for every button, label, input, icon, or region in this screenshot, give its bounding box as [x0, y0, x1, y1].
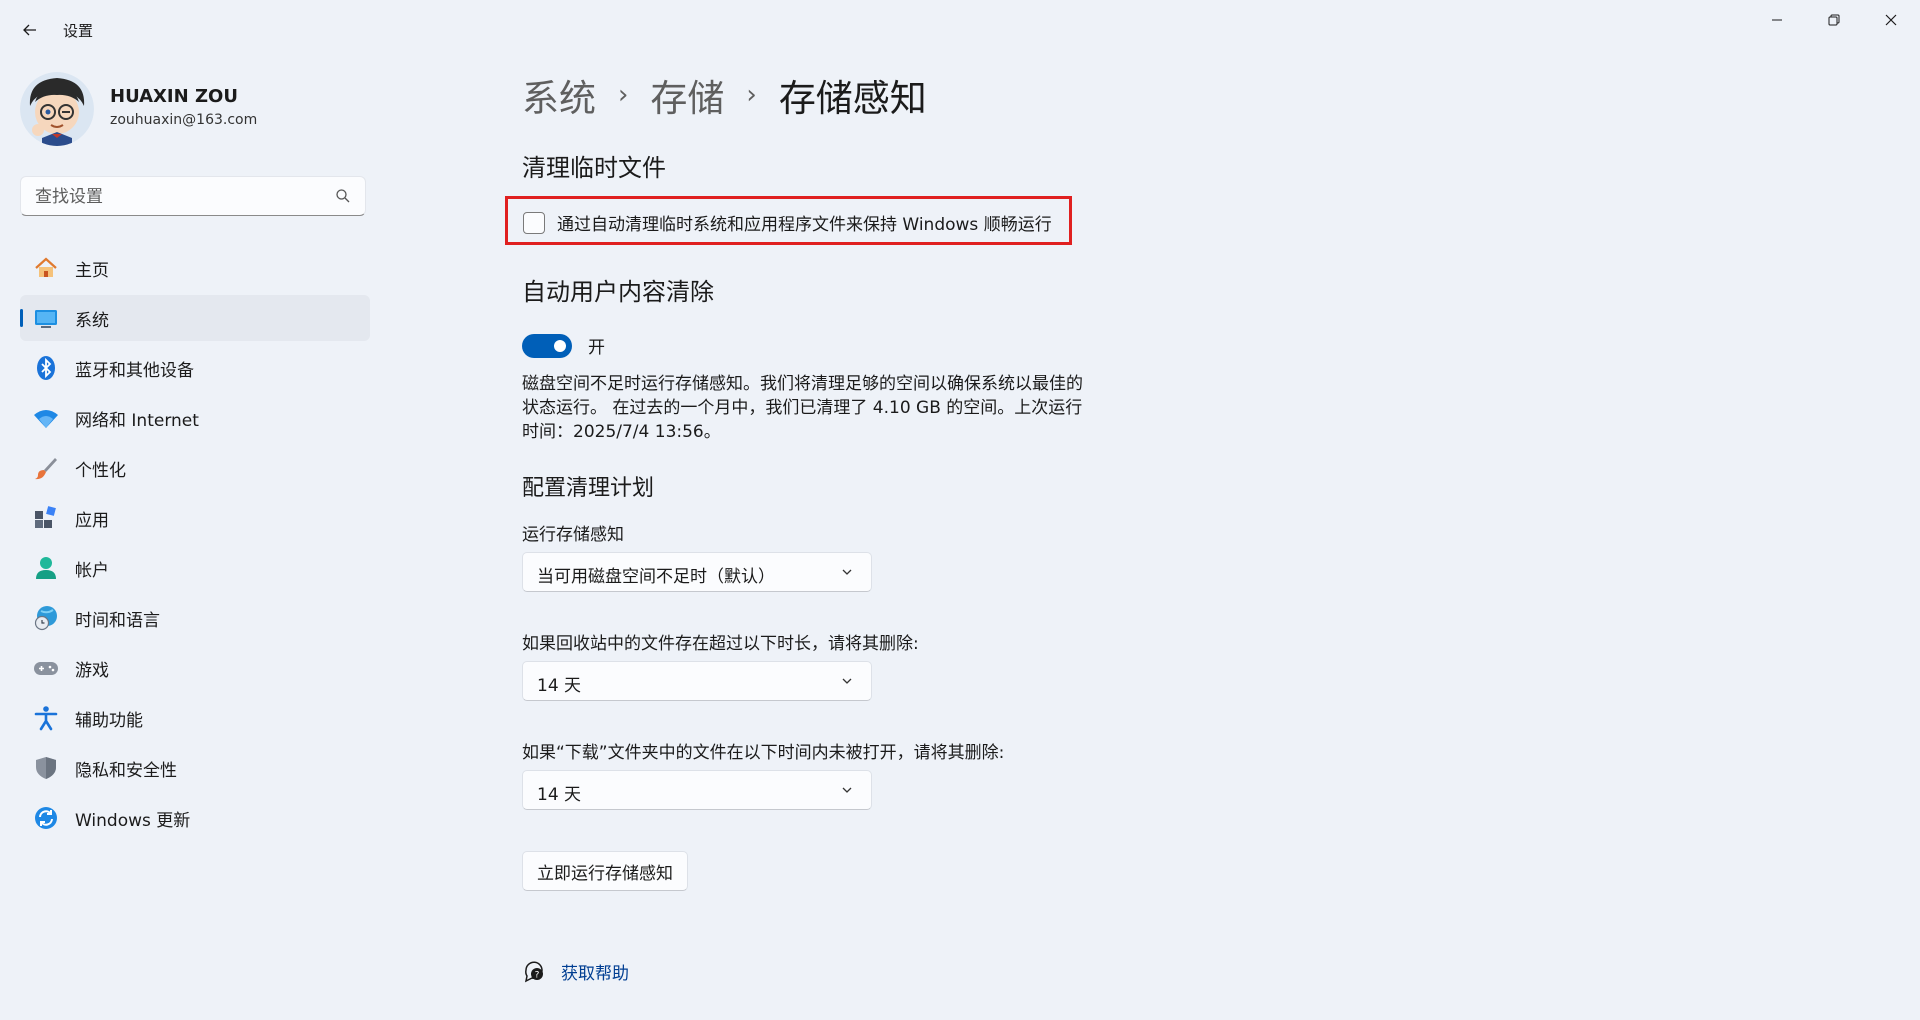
sidebar-item-personalization[interactable]: 个性化: [20, 445, 370, 491]
gamepad-icon: [33, 655, 59, 681]
account-icon: [33, 555, 59, 581]
avatar-image-icon: [20, 72, 94, 146]
auto-cleanup-heading: 自动用户内容清除: [522, 278, 714, 306]
back-button[interactable]: [18, 16, 42, 44]
sidebar-item-system[interactable]: 系统: [20, 295, 370, 341]
sidebar-item-label: 时间和语言: [75, 610, 160, 631]
sidebar-item-label: 帐户: [75, 560, 109, 581]
chevron-right-icon: ›: [746, 80, 757, 110]
get-help-link[interactable]: 获取帮助: [561, 959, 629, 984]
breadcrumb-storage[interactable]: 存储: [650, 68, 724, 122]
downloads-label: 如果“下载”文件夹中的文件在以下时间内未被打开，请将其删除:: [522, 743, 1005, 763]
run-storage-sense-dropdown[interactable]: 当可用磁盘空间不足时（默认）: [522, 552, 872, 592]
chevron-down-icon: [842, 569, 852, 575]
toggle-state-label: 开: [588, 338, 605, 358]
title-bar: 设置: [0, 0, 1920, 60]
home-icon: [33, 255, 59, 281]
recycle-bin-label: 如果回收站中的文件存在超过以下时长，请将其删除:: [522, 634, 919, 654]
accessibility-icon: [33, 705, 59, 731]
sidebar-item-label: 个性化: [75, 460, 126, 481]
recycle-bin-dropdown[interactable]: 14 天: [522, 661, 872, 701]
schedule-heading: 配置清理计划: [522, 476, 655, 501]
search-input[interactable]: [33, 177, 327, 217]
sidebar-item-accessibility[interactable]: 辅助功能: [20, 695, 370, 741]
sidebar-item-windows-update[interactable]: Windows 更新: [20, 795, 370, 841]
shield-icon: [33, 755, 59, 781]
temp-files-checkbox-label: 通过自动清理临时系统和应用程序文件来保持 Windows 顺畅运行: [557, 215, 1052, 235]
dropdown-value: 14 天: [537, 785, 582, 805]
help-chat-icon: ?: [524, 961, 543, 982]
minimize-icon: [1771, 19, 1782, 21]
sidebar-item-label: 游戏: [75, 660, 109, 681]
chevron-down-icon: [842, 787, 852, 793]
close-button[interactable]: [1862, 0, 1919, 40]
globe-clock-icon: [33, 605, 59, 631]
dropdown-value: 当可用磁盘空间不足时（默认）: [537, 567, 775, 587]
run-storage-sense-now-button[interactable]: 立即运行存储感知: [522, 851, 688, 891]
chevron-right-icon: ›: [618, 80, 629, 110]
user-name: HUAXIN ZOU: [110, 86, 238, 107]
downloads-dropdown[interactable]: 14 天: [522, 770, 872, 810]
toggle-knob: [554, 339, 566, 352]
temp-files-heading: 清理临时文件: [522, 154, 666, 182]
close-icon: [1885, 14, 1896, 26]
sidebar-item-label: Windows 更新: [75, 810, 191, 831]
sidebar-item-label: 系统: [75, 310, 109, 331]
sidebar-item-gaming[interactable]: 游戏: [20, 645, 370, 691]
search-box: [20, 176, 366, 217]
breadcrumb: 系统 › 存储 › 存储感知: [522, 68, 927, 122]
temp-files-checkbox[interactable]: [523, 211, 545, 234]
temp-files-checkbox-row[interactable]: 通过自动清理临时系统和应用程序文件来保持 Windows 顺畅运行: [523, 210, 1052, 235]
sidebar-item-label: 主页: [75, 260, 109, 281]
app-title: 设置: [63, 22, 94, 40]
sidebar-item-label: 应用: [75, 510, 109, 531]
update-icon: [33, 805, 59, 831]
sidebar-item-label: 辅助功能: [75, 710, 143, 731]
user-email: zouhuaxin@163.com: [110, 112, 258, 128]
bluetooth-icon: [33, 355, 59, 381]
run-storage-sense-label: 运行存储感知: [522, 525, 624, 545]
back-arrow-icon: [23, 24, 36, 36]
apps-icon: [33, 505, 59, 531]
sidebar-nav: 主页 系统 蓝牙和其他设备 网络和 Internet 个性化 应用 帐户 时间和…: [20, 245, 370, 845]
sidebar-item-accounts[interactable]: 帐户: [20, 545, 370, 591]
sidebar-item-time-language[interactable]: 时间和语言: [20, 595, 370, 641]
sidebar-item-label: 隐私和安全性: [75, 760, 177, 781]
restore-button[interactable]: [1805, 0, 1862, 40]
restore-icon: [1828, 14, 1839, 26]
get-help-link-row[interactable]: ? 获取帮助: [522, 959, 629, 984]
sidebar-item-bluetooth[interactable]: 蓝牙和其他设备: [20, 345, 370, 391]
brush-icon: [33, 455, 59, 481]
auto-cleanup-description: 磁盘空间不足时运行存储感知。我们将清理足够的空间以确保系统以最佳的状态运行。 在…: [522, 374, 1083, 442]
active-indicator: [20, 309, 23, 327]
wifi-icon: [33, 405, 59, 431]
breadcrumb-system[interactable]: 系统: [522, 68, 596, 122]
page-title: 存储感知: [778, 77, 927, 120]
sidebar-item-home[interactable]: 主页: [20, 245, 370, 291]
sidebar-item-privacy[interactable]: 隐私和安全性: [20, 745, 370, 791]
sidebar-item-apps[interactable]: 应用: [20, 495, 370, 541]
search-icon[interactable]: [335, 188, 351, 204]
sidebar-item-network[interactable]: 网络和 Internet: [20, 395, 370, 441]
storage-sense-toggle[interactable]: [522, 333, 572, 358]
minimize-button[interactable]: [1748, 0, 1805, 40]
sidebar-item-label: 网络和 Internet: [75, 410, 199, 431]
sidebar-item-label: 蓝牙和其他设备: [75, 360, 194, 381]
svg-text:?: ?: [535, 970, 540, 980]
chevron-down-icon: [842, 678, 852, 684]
system-icon: [33, 305, 59, 331]
avatar[interactable]: [20, 72, 94, 146]
dropdown-value: 14 天: [537, 676, 582, 696]
auto-cleanup-toggle-row: 开: [522, 333, 605, 358]
